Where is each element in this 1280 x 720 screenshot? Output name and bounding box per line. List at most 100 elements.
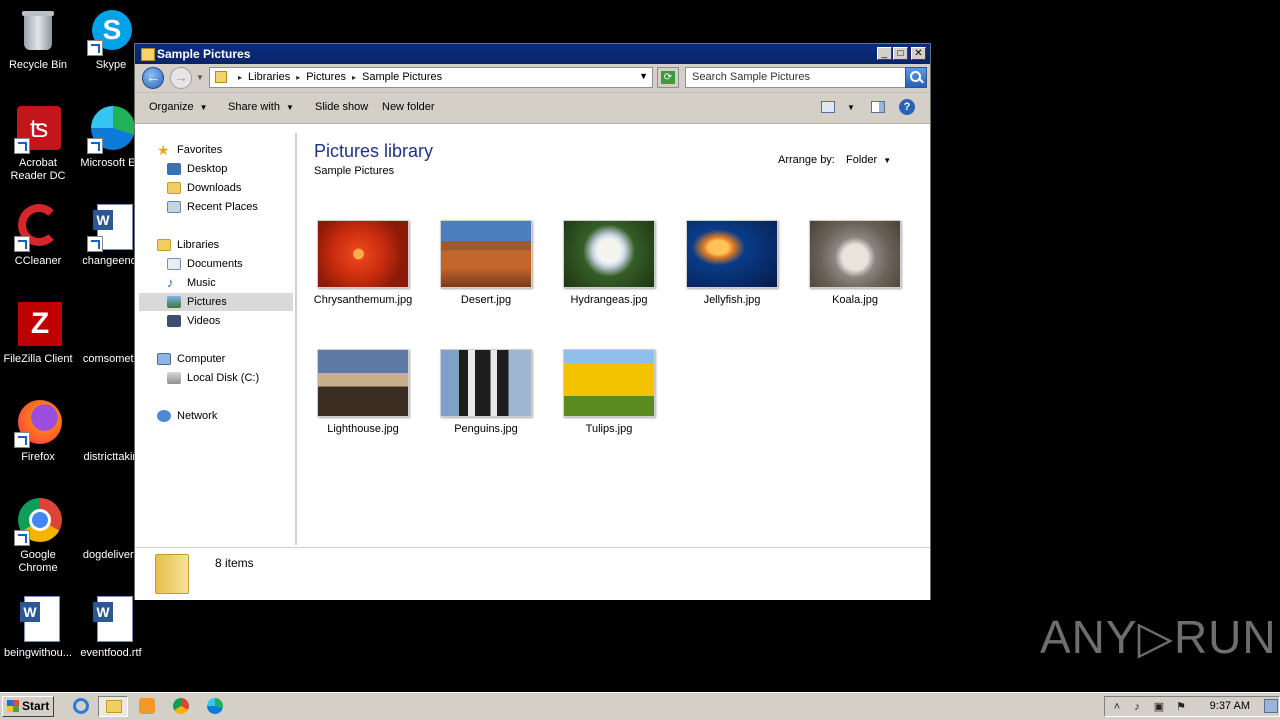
taskbar-explorer[interactable] bbox=[98, 696, 128, 717]
nav-pictures[interactable]: Pictures bbox=[139, 293, 293, 311]
anyrun-watermark: ANY▷RUN bbox=[1040, 611, 1277, 663]
desktop-icon-label: Acrobat Reader DC bbox=[10, 157, 66, 182]
word-document-icon: W bbox=[87, 596, 135, 644]
taskbar-internet-explorer[interactable] bbox=[68, 696, 94, 717]
arrange-by-dropdown[interactable]: Folder ▼ bbox=[846, 154, 891, 166]
volume-icon[interactable]: ♪ bbox=[1131, 701, 1143, 713]
chevron-right-icon[interactable]: ▸ bbox=[238, 73, 242, 82]
slide-show-button[interactable]: Slide show bbox=[315, 101, 368, 113]
file-item[interactable]: Chrysanthemum.jpg bbox=[313, 220, 413, 307]
desktop-icon-filezilla[interactable]: Z FileZilla Client bbox=[0, 302, 76, 366]
taskbar-edge[interactable] bbox=[202, 696, 228, 717]
share-with-label: Share with bbox=[228, 101, 280, 113]
nav-desktop[interactable]: Desktop bbox=[167, 160, 227, 178]
refresh-button[interactable]: ⟳ bbox=[657, 67, 679, 88]
nav-label: Desktop bbox=[187, 163, 228, 175]
shortcut-arrow-icon bbox=[87, 236, 103, 252]
organize-label: Organize bbox=[149, 101, 194, 113]
chevron-down-icon[interactable]: ▼ bbox=[639, 71, 648, 81]
nav-favorites[interactable]: ★ Favorites bbox=[157, 141, 222, 159]
close-button[interactable]: ✕ bbox=[911, 47, 926, 60]
title-bar[interactable]: Sample Pictures _ □ ✕ bbox=[135, 44, 930, 64]
desktop-icon-label: Firefox bbox=[21, 451, 55, 463]
desktop-icon-chrome[interactable]: Google Chrome bbox=[0, 498, 76, 575]
desktop-icon-acrobat[interactable]: ʦ Acrobat Reader DC bbox=[0, 106, 76, 183]
file-name: Koala.jpg bbox=[832, 294, 878, 306]
recycle-bin-icon bbox=[14, 8, 62, 56]
system-tray: ˄ ♪ ▣ ⚑ 9:37 AM bbox=[1104, 696, 1280, 717]
nav-label: Music bbox=[187, 277, 216, 289]
start-button[interactable]: Start bbox=[2, 696, 54, 717]
refresh-icon: ⟳ bbox=[661, 71, 675, 84]
edge-icon bbox=[207, 698, 223, 714]
desktop-icon-firefox[interactable]: Firefox bbox=[0, 400, 76, 464]
image-thumbnail bbox=[317, 220, 409, 288]
chrome-icon bbox=[173, 698, 189, 714]
maximize-button[interactable]: □ bbox=[893, 47, 908, 60]
nav-documents[interactable]: Documents bbox=[167, 255, 243, 273]
minimize-button[interactable]: _ bbox=[877, 47, 892, 60]
change-view-icon[interactable] bbox=[821, 101, 835, 113]
breadcrumb-pictures[interactable]: Pictures bbox=[306, 71, 346, 83]
file-item[interactable]: Desert.jpg bbox=[436, 220, 536, 307]
folder-icon bbox=[155, 554, 189, 594]
nav-computer[interactable]: Computer bbox=[157, 350, 225, 368]
filezilla-icon: Z bbox=[14, 302, 62, 350]
nav-music[interactable]: ♪ Music bbox=[167, 274, 216, 292]
new-folder-button[interactable]: New folder bbox=[382, 101, 435, 113]
image-thumbnail bbox=[563, 220, 655, 288]
desktop-icon-label: eventfood.rtf bbox=[80, 647, 142, 659]
network-status-icon[interactable]: ▣ bbox=[1153, 701, 1165, 713]
file-item[interactable]: Penguins.jpg bbox=[436, 349, 536, 436]
preview-pane-icon[interactable] bbox=[871, 101, 885, 113]
desktop-icon-beingwithou[interactable]: W beingwithou... bbox=[0, 596, 76, 660]
file-name: Hydrangeas.jpg bbox=[570, 294, 648, 306]
recent-pages-dropdown[interactable]: ▼ bbox=[196, 73, 204, 82]
action-center-flag-icon[interactable]: ⚑ bbox=[1175, 701, 1187, 713]
nav-downloads[interactable]: Downloads bbox=[167, 179, 241, 197]
taskbar-chrome[interactable] bbox=[168, 696, 194, 717]
breadcrumb-libraries[interactable]: Libraries bbox=[248, 71, 290, 83]
file-item[interactable]: Jellyfish.jpg bbox=[682, 220, 782, 307]
organize-button[interactable]: Organize ▼ bbox=[149, 101, 208, 113]
clock[interactable]: 9:37 AM bbox=[1210, 700, 1250, 712]
nav-network[interactable]: Network bbox=[157, 407, 217, 425]
address-bar: ← → ▼ ▸ Libraries ▸ Pictures ▸ Sample Pi… bbox=[135, 64, 930, 93]
desktop-icon-label: CCleaner bbox=[14, 255, 62, 267]
file-item[interactable]: Hydrangeas.jpg bbox=[559, 220, 659, 307]
nav-libraries[interactable]: Libraries bbox=[157, 236, 219, 254]
chevron-right-icon[interactable]: ▸ bbox=[296, 73, 300, 82]
desktop-icon bbox=[167, 163, 181, 176]
back-button[interactable]: ← bbox=[142, 67, 164, 89]
taskbar-media-player[interactable] bbox=[134, 696, 160, 717]
shortcut-arrow-icon bbox=[87, 40, 103, 56]
file-item[interactable]: Tulips.jpg bbox=[559, 349, 659, 436]
desktop-icon-eventfood[interactable]: W eventfood.rtf bbox=[73, 596, 149, 660]
help-icon[interactable]: ? bbox=[899, 99, 915, 115]
show-hidden-icons-icon[interactable]: ˄ bbox=[1111, 701, 1123, 713]
internet-explorer-icon bbox=[73, 698, 89, 714]
file-item[interactable]: Koala.jpg bbox=[805, 220, 905, 307]
folder-icon bbox=[106, 700, 122, 713]
desktop-icon-ccleaner[interactable]: CCleaner bbox=[0, 204, 76, 268]
show-desktop-button[interactable] bbox=[1264, 699, 1278, 713]
nav-local-disk[interactable]: Local Disk (C:) bbox=[167, 369, 259, 387]
nav-recent-places[interactable]: Recent Places bbox=[167, 198, 258, 216]
forward-button[interactable]: → bbox=[170, 67, 192, 89]
blank-file-icon bbox=[87, 302, 135, 350]
share-with-button[interactable]: Share with ▼ bbox=[228, 101, 294, 113]
windows-logo-icon bbox=[7, 700, 19, 712]
star-icon: ★ bbox=[157, 142, 170, 159]
search-icon[interactable] bbox=[905, 67, 927, 88]
chevron-right-icon[interactable]: ▸ bbox=[352, 73, 356, 82]
file-item[interactable]: Lighthouse.jpg bbox=[313, 349, 413, 436]
search-input[interactable]: Search Sample Pictures bbox=[685, 67, 927, 88]
nav-videos[interactable]: Videos bbox=[167, 312, 220, 330]
nav-label: Downloads bbox=[187, 182, 242, 194]
breadcrumb-sample-pictures[interactable]: Sample Pictures bbox=[362, 71, 442, 83]
desktop-icon-recycle-bin[interactable]: Recycle Bin bbox=[0, 8, 76, 72]
breadcrumb[interactable]: ▸ Libraries ▸ Pictures ▸ Sample Pictures… bbox=[209, 67, 653, 88]
nav-label: Documents bbox=[187, 258, 243, 270]
edge-icon bbox=[87, 106, 135, 154]
view-options-dropdown[interactable]: ▼ bbox=[847, 103, 855, 112]
